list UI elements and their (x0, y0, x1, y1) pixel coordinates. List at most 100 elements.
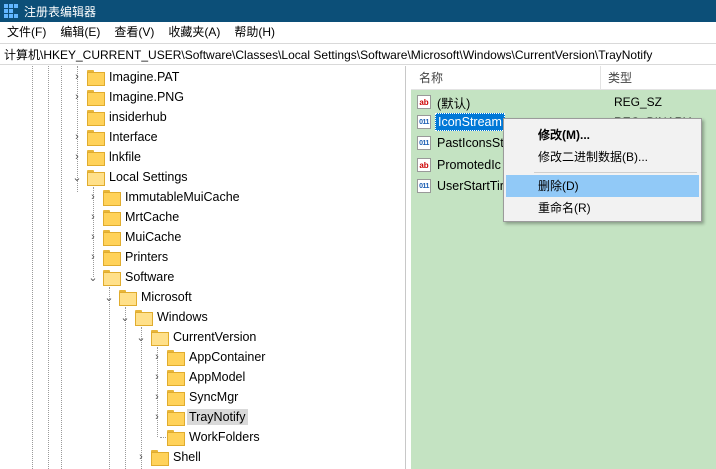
title-bar: 注册表编辑器 (0, 0, 716, 22)
list-header: 名称 类型 (411, 66, 716, 90)
value-name: UserStartTir (437, 179, 504, 193)
string-value-icon: ab (417, 95, 431, 109)
tree-node-label: MrtCache (125, 210, 180, 224)
collapse-chevron-icon[interactable]: ⌄ (103, 287, 115, 307)
tree-node-interface[interactable]: › Interface (71, 127, 160, 147)
tree-node-label: Printers (125, 250, 169, 264)
folder-icon (103, 210, 121, 226)
expand-chevron-icon[interactable]: › (71, 67, 83, 87)
tree-node-label: Imagine.PNG (109, 90, 185, 104)
tree-node-local-settings[interactable]: ⌄ Local Settings (71, 167, 190, 187)
folder-icon (167, 370, 185, 386)
open-folder-icon (135, 310, 153, 326)
menu-separator (534, 172, 697, 173)
folder-icon (103, 190, 121, 206)
tree-node-label: CurrentVersion (173, 330, 257, 344)
menu-item-modify-binary[interactable]: 修改二进制数据(B)... (506, 146, 699, 168)
expand-chevron-icon[interactable]: › (151, 407, 163, 427)
tree-node-label: AppContainer (189, 350, 266, 364)
collapse-chevron-icon[interactable]: ⌄ (87, 267, 99, 287)
folder-icon (87, 70, 105, 86)
expand-chevron-icon[interactable]: › (71, 127, 83, 147)
expand-placeholder (151, 427, 163, 447)
binary-value-icon: 011 (417, 179, 431, 193)
value-row[interactable]: 011 PastIconsSt (417, 133, 506, 153)
tree-node-muicache[interactable]: › MuiCache (87, 227, 183, 247)
expand-chevron-icon[interactable]: › (151, 387, 163, 407)
value-type: REG_SZ (614, 95, 663, 109)
column-header-type[interactable]: 类型 (601, 66, 716, 90)
expand-chevron-icon[interactable]: › (87, 187, 99, 207)
menu-file[interactable]: 文件(F) (0, 22, 53, 42)
tree-node-software[interactable]: ⌄ Software (87, 267, 176, 287)
context-menu: 修改(M)... 修改二进制数据(B)... 删除(D) 重命名(R) (503, 118, 702, 222)
folder-icon (167, 390, 185, 406)
tree-node-label: Windows (157, 310, 208, 324)
folder-icon (87, 150, 105, 166)
tree-node-traynotify[interactable]: › TrayNotify (151, 407, 248, 427)
tree-node-immutablemuicache[interactable]: › ImmutableMuiCache (87, 187, 242, 207)
tree-node-shell[interactable]: › Shell (135, 447, 203, 467)
registry-key-tree[interactable]: › Imagine.PAT › Imagine.PNG insiderhub ›… (0, 66, 406, 469)
menu-edit[interactable]: 编辑(E) (53, 22, 107, 42)
value-name: PastIconsSt (437, 136, 504, 150)
tree-node-windows[interactable]: ⌄ Windows (119, 307, 210, 327)
tree-node-syncmgr[interactable]: › SyncMgr (151, 387, 240, 407)
binary-value-icon: 011 (417, 136, 431, 150)
tree-node-label-selected: TrayNotify (187, 409, 248, 425)
string-value-icon: ab (417, 158, 431, 172)
open-folder-icon (119, 290, 137, 306)
tree-node-label: lnkfile (109, 150, 141, 164)
value-row-selected[interactable]: 011 IconStream REG_BINARY (417, 112, 691, 132)
expand-chevron-icon[interactable]: › (71, 147, 83, 167)
tree-node-label: Interface (109, 130, 158, 144)
expand-chevron-icon[interactable]: › (87, 207, 99, 227)
tree-node-label: Microsoft (141, 290, 192, 304)
tree-node-label: AppModel (189, 370, 246, 384)
folder-icon (103, 230, 121, 246)
menu-favorites[interactable]: 收藏夹(A) (161, 22, 227, 42)
expand-chevron-icon[interactable]: › (87, 227, 99, 247)
tree-node-label: Software (125, 270, 175, 284)
tree-node-mrtcache[interactable]: › MrtCache (87, 207, 181, 227)
value-name: (默认) (437, 96, 471, 111)
expand-chevron-icon[interactable]: › (151, 367, 163, 387)
menu-help[interactable]: 帮助(H) (227, 22, 282, 42)
value-row[interactable]: ab PromotedIc (417, 155, 503, 175)
open-folder-icon (103, 270, 121, 286)
menu-bar: 文件(F) 编辑(E) 查看(V) 收藏夹(A) 帮助(H) (0, 22, 716, 42)
tree-node-lnkfile[interactable]: › lnkfile (71, 147, 143, 167)
value-name: IconStream (435, 113, 505, 131)
open-folder-icon (151, 330, 169, 346)
tree-node-printers[interactable]: › Printers (87, 247, 170, 267)
tree-node-label: Imagine.PAT (109, 70, 180, 84)
collapse-chevron-icon[interactable]: ⌄ (71, 167, 83, 187)
expand-placeholder (71, 107, 83, 127)
menu-item-modify[interactable]: 修改(M)... (506, 124, 699, 146)
tree-node-label: insiderhub (109, 110, 167, 124)
tree-node-label: MuiCache (125, 230, 182, 244)
tree-node-workfolders[interactable]: WorkFolders (151, 427, 262, 447)
expand-chevron-icon[interactable]: › (151, 347, 163, 367)
collapse-chevron-icon[interactable]: ⌄ (135, 327, 147, 347)
menu-view[interactable]: 查看(V) (107, 22, 161, 42)
tree-node-microsoft[interactable]: ⌄ Microsoft (103, 287, 194, 307)
tree-node-imagine-png[interactable]: › Imagine.PNG (71, 87, 186, 107)
menu-item-rename[interactable]: 重命名(R) (506, 197, 699, 219)
column-header-name[interactable]: 名称 (411, 66, 601, 90)
expand-chevron-icon[interactable]: › (135, 447, 147, 467)
value-row[interactable]: 011 UserStartTir (417, 176, 506, 196)
menu-item-delete[interactable]: 删除(D) (506, 175, 699, 197)
value-row[interactable]: ab (默认) REG_SZ (417, 92, 662, 112)
value-name: PromotedIc (437, 158, 501, 172)
tree-node-appmodel[interactable]: › AppModel (151, 367, 247, 387)
tree-node-imagine-pat[interactable]: › Imagine.PAT (71, 67, 181, 87)
collapse-chevron-icon[interactable]: ⌄ (119, 307, 131, 327)
expand-chevron-icon[interactable]: › (87, 247, 99, 267)
folder-icon (167, 430, 185, 446)
tree-node-currentversion[interactable]: ⌄ CurrentVersion (135, 327, 258, 347)
expand-chevron-icon[interactable]: › (71, 87, 83, 107)
tree-node-appcontainer[interactable]: › AppContainer (151, 347, 267, 367)
tree-node-insiderhub[interactable]: insiderhub (71, 107, 169, 127)
address-bar[interactable]: 计算机\HKEY_CURRENT_USER\Software\Classes\L… (0, 43, 716, 65)
